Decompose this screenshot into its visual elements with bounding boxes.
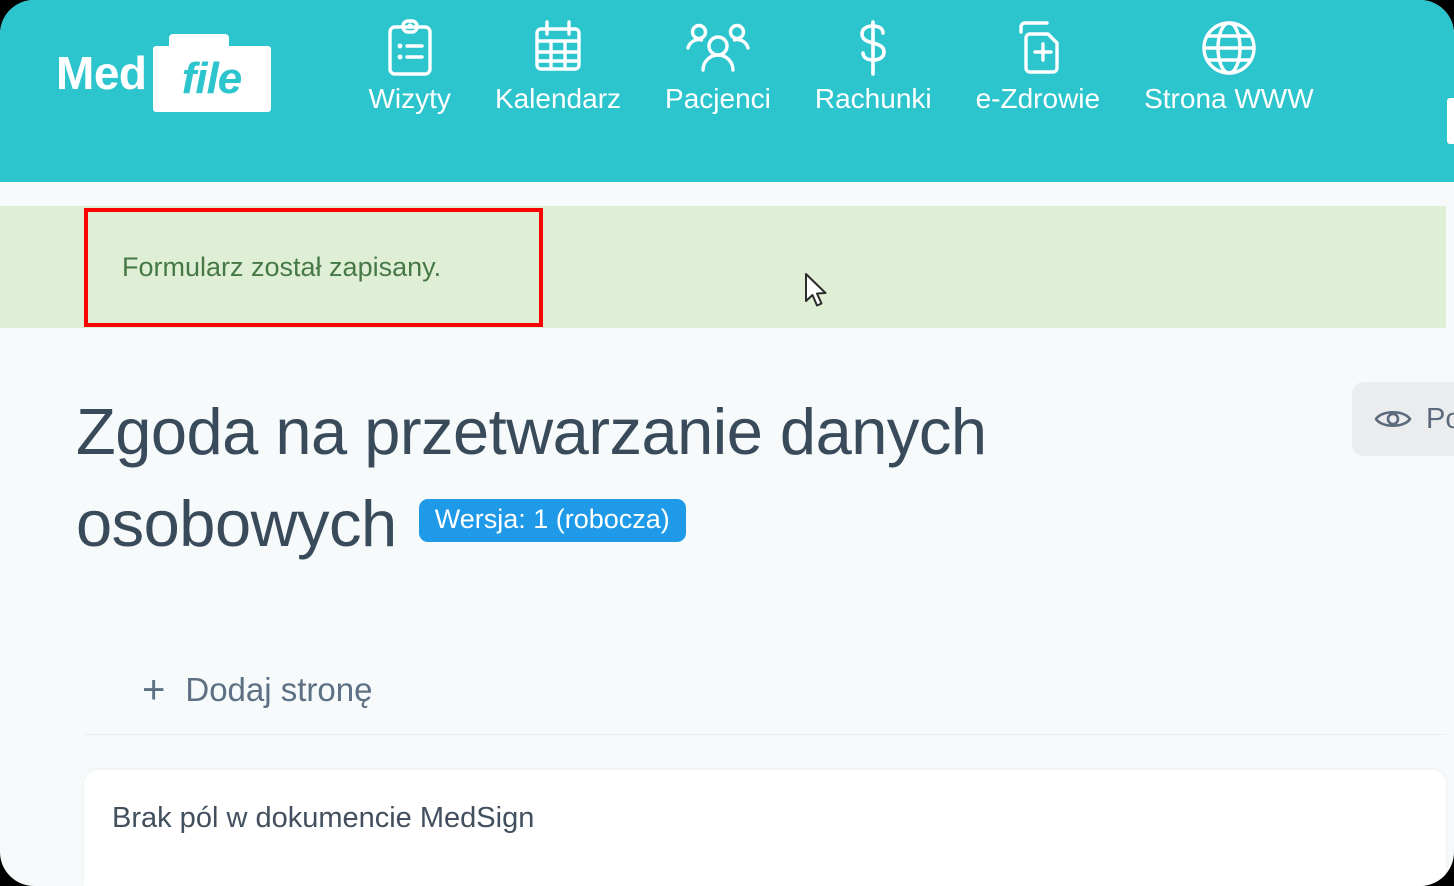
mouse-cursor bbox=[804, 272, 830, 310]
nav-item-wizyty[interactable]: Wizyty bbox=[347, 18, 473, 115]
nav-item-rachunki[interactable]: Rachunki bbox=[793, 18, 954, 115]
success-alert-message: Formularz został zapisany. bbox=[122, 251, 442, 282]
folder-icon: file bbox=[152, 34, 271, 112]
add-page-label: Dodaj stronę bbox=[185, 671, 373, 708]
nav-label-kalendarz: Kalendarz bbox=[494, 83, 622, 114]
medical-document-icon bbox=[1009, 18, 1067, 78]
eye-icon bbox=[1374, 406, 1412, 432]
document-fields-card: Brak pól w dokumencie MedSign bbox=[84, 770, 1446, 886]
nav-label-rachunki: Rachunki bbox=[814, 83, 932, 114]
clipboard-checklist-icon bbox=[382, 18, 438, 78]
top-navigation-bar: Med file Wizyty Kalendarz Pacjenci Rachu… bbox=[0, 0, 1454, 182]
add-page-row: + Dodaj stronę bbox=[0, 645, 1454, 735]
plus-icon: + bbox=[142, 668, 166, 712]
preview-button[interactable]: Po bbox=[1352, 382, 1454, 456]
logo-text-file: file bbox=[181, 54, 243, 103]
nav-item-list: Wizyty Kalendarz Pacjenci Rachunki e-Zdr… bbox=[347, 0, 1336, 200]
nav-label-pacjenci: Pacjenci bbox=[665, 83, 771, 114]
nav-item-kalendarz[interactable]: Kalendarz bbox=[473, 18, 643, 115]
nav-label-ezdrowie: e-Zdrowie bbox=[975, 83, 1101, 114]
page-header-section: Zgoda na przetwarzanie danych osobowych W… bbox=[0, 330, 1454, 620]
users-icon bbox=[685, 18, 751, 78]
version-badge: Wersja: 1 (robocza) bbox=[418, 499, 686, 543]
globe-icon bbox=[1199, 18, 1259, 78]
nav-label-wizyty: Wizyty bbox=[368, 83, 451, 114]
nav-item-strona-www[interactable]: Strona WWW bbox=[1122, 18, 1336, 115]
section-divider bbox=[84, 734, 1446, 735]
empty-state-message: Brak pól w dokumencie MedSign bbox=[112, 802, 535, 834]
page-title: Zgoda na przetwarzanie danych osobowych W… bbox=[76, 386, 1206, 571]
medfile-logo[interactable]: Med file bbox=[56, 0, 271, 164]
nav-label-strona-www: Strona WWW bbox=[1144, 83, 1314, 114]
dollar-sign-icon bbox=[850, 18, 896, 78]
add-page-button[interactable]: + Dodaj stronę bbox=[142, 670, 372, 710]
browser-window: Med file Wizyty Kalendarz Pacjenci Rachu… bbox=[0, 0, 1454, 886]
calendar-icon bbox=[530, 18, 586, 78]
success-alert-banner: Formularz został zapisany. bbox=[0, 206, 1446, 328]
logo-text-med: Med bbox=[56, 47, 147, 99]
nav-item-pacjenci[interactable]: Pacjenci bbox=[643, 18, 793, 115]
nav-item-ezdrowie[interactable]: e-Zdrowie bbox=[954, 18, 1122, 115]
nav-overflow-indicator[interactable] bbox=[1447, 98, 1454, 144]
preview-button-label: Po bbox=[1426, 402, 1454, 435]
